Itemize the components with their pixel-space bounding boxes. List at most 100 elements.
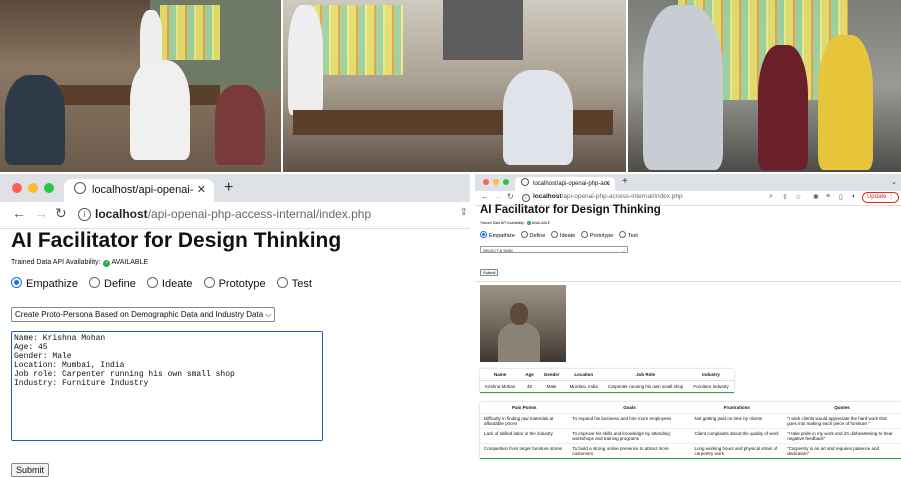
chevron-down-icon: ⌵ (621, 248, 625, 253)
back-icon[interactable]: ← (481, 192, 489, 201)
tab-bar: localhost/api-openai-php-acc ✕ + ⌄ (475, 174, 901, 191)
api-availability: Trained Data API Availability: ✓ AVAILABL… (480, 221, 551, 225)
radio-prototype[interactable]: Prototype (580, 231, 613, 239)
close-tab-icon[interactable]: ✕ (197, 179, 206, 202)
radio-test[interactable]: Test (276, 277, 312, 290)
table-row: Lack of skilled labor in the industry To… (480, 428, 901, 444)
share-icon[interactable]: ⇪ (782, 193, 788, 201)
phase-radio-group: Empathize Define Ideate Prototype Test (11, 277, 320, 290)
check-icon: ✓ (103, 260, 111, 267)
close-tab-icon[interactable]: ✕ (605, 177, 610, 191)
column-header: Age (525, 372, 534, 377)
close-window-icon[interactable] (12, 183, 22, 193)
new-tab-icon[interactable]: + (224, 179, 233, 197)
persona-detail-table: Pain Points Goals Frustrations Quotes Di… (480, 402, 901, 459)
forward-icon[interactable]: → (34, 205, 48, 221)
radio-empathize[interactable]: Empathize (480, 231, 515, 239)
radio-ideate[interactable]: Ideate (550, 231, 575, 239)
workshop-photo-3 (628, 0, 901, 172)
radio-test[interactable]: Test (618, 231, 638, 239)
column-header: Location (574, 372, 594, 377)
table-cell: Krishna Mohan (480, 380, 521, 393)
workshop-photo-1 (0, 0, 281, 172)
table-cell: Mumbai, India (564, 380, 603, 393)
task-select[interactable]: Create Proto-Persona Based on Demographi… (11, 307, 276, 322)
profile-icon[interactable]: ◐ (852, 193, 856, 200)
tab-list-icon[interactable]: ⌄ (891, 178, 897, 186)
table-cell: Not getting paid on time by clients (690, 413, 784, 429)
table-cell: Carpenter running his own small shop (602, 380, 689, 393)
maximize-window-icon[interactable] (503, 179, 509, 185)
reload-icon[interactable]: ↻ (507, 192, 514, 201)
column-header: Goals (623, 405, 636, 410)
page-content: AI Facilitator for Design Thinking Train… (0, 229, 470, 478)
search-icon[interactable]: ⌕ (769, 193, 773, 201)
phase-radio-group: Empathize Define Ideate Prototype Test (480, 231, 642, 239)
more-menu-icon: ⋮ (888, 194, 894, 200)
page-title: AI Facilitator for Design Thinking (11, 229, 342, 252)
table-cell: To improve his skills and knowledge by a… (568, 428, 691, 444)
update-button[interactable]: Update ⋮ (861, 192, 899, 203)
submit-button[interactable]: Submit (11, 463, 50, 477)
table-cell: To expand his business and hire more emp… (568, 413, 691, 429)
share-icon[interactable]: ⇪ (460, 207, 468, 218)
address-bar: ← → ↻ i localhost/api-openai-php-access-… (0, 202, 470, 229)
table-cell: Furniture Industry (688, 380, 734, 393)
new-tab-icon[interactable]: + (622, 176, 628, 187)
radio-define[interactable]: Define (520, 231, 545, 239)
url-field[interactable]: localhost/api-openai-php-access-internal… (95, 207, 371, 221)
table-cell: Male (538, 380, 565, 393)
tab-bar: localhost/api-openai-php-acce ✕ + (0, 174, 470, 219)
table-cell: "Carpentry is an art and requires patien… (783, 443, 901, 459)
table-row: Competition from larger furniture stores… (480, 443, 901, 459)
column-header: Job Role (636, 372, 656, 377)
bookmark-star-icon[interactable]: ☆ (795, 193, 801, 201)
reload-icon[interactable]: ↻ (55, 205, 67, 222)
divider (475, 281, 901, 282)
browser-tab[interactable]: localhost/api-openai-php-acce ✕ (64, 179, 214, 219)
table-cell: Long working hours and physical strain o… (690, 443, 784, 459)
submit-button[interactable]: Submit (480, 269, 499, 276)
back-icon[interactable]: ← (12, 205, 26, 221)
radio-empathize[interactable]: Empathize (11, 277, 78, 290)
table-cell: To build a strong online presence to att… (568, 443, 691, 459)
table-cell: "I take pride in my work and it's dishea… (783, 428, 901, 444)
column-header: Pain Points (511, 405, 537, 410)
chevron-down-icon: ⌵ (265, 310, 272, 319)
minimize-window-icon[interactable] (493, 179, 499, 185)
persona-textarea[interactable]: Name: Krishna Mohan Age: 45 Gender: Male… (11, 331, 323, 441)
browser-tab[interactable]: localhost/api-openai-php-acc ✕ (515, 177, 615, 191)
table-cell: Lack of skilled labor in the industry (480, 428, 569, 444)
table-row: Difficulty in finding raw materials at a… (480, 413, 901, 429)
column-header: Frustrations (723, 405, 750, 410)
right-browser-window: localhost/api-openai-php-acc ✕ + ⌄ ← → ↻… (475, 174, 901, 478)
table-cell: "I wish clients would appreciate the har… (783, 413, 901, 429)
globe-icon (74, 182, 86, 194)
radio-prototype[interactable]: Prototype (203, 277, 266, 290)
check-icon: ✓ (526, 221, 531, 225)
left-browser-window: localhost/api-openai-php-acce ✕ + ← → ↻ … (0, 174, 470, 478)
maximize-window-icon[interactable] (44, 183, 54, 193)
task-select[interactable]: SELECT A TASK ⌵ (480, 246, 628, 253)
column-header: Industry (702, 372, 720, 377)
radio-define[interactable]: Define (89, 277, 136, 290)
extensions-icon[interactable]: ✱ (813, 193, 819, 201)
media-icon[interactable]: ≡ (826, 193, 830, 200)
table-row: Krishna Mohan 45 Male Mumbai, India Carp… (480, 380, 734, 393)
sidebar-icon[interactable]: ▯ (839, 193, 843, 201)
globe-icon (521, 178, 529, 186)
close-window-icon[interactable] (483, 179, 489, 185)
site-info-icon[interactable]: i (522, 194, 530, 202)
column-header: Quotes (834, 405, 850, 410)
forward-icon[interactable]: → (494, 192, 502, 201)
radio-ideate[interactable]: Ideate (146, 277, 193, 290)
table-cell: Competition from larger furniture stores (480, 443, 569, 459)
column-header: Gender (543, 372, 560, 377)
site-info-icon[interactable]: i (78, 208, 91, 221)
column-header: Name (494, 372, 507, 377)
persona-table: Name Age Gender Location Job Role Indust… (480, 369, 734, 393)
persona-photo (480, 285, 566, 362)
tab-title: localhost/api-openai-php-acc (533, 181, 610, 187)
minimize-window-icon[interactable] (28, 183, 38, 193)
url-field[interactable]: localhost/api-openai-php-access-internal… (533, 193, 683, 200)
